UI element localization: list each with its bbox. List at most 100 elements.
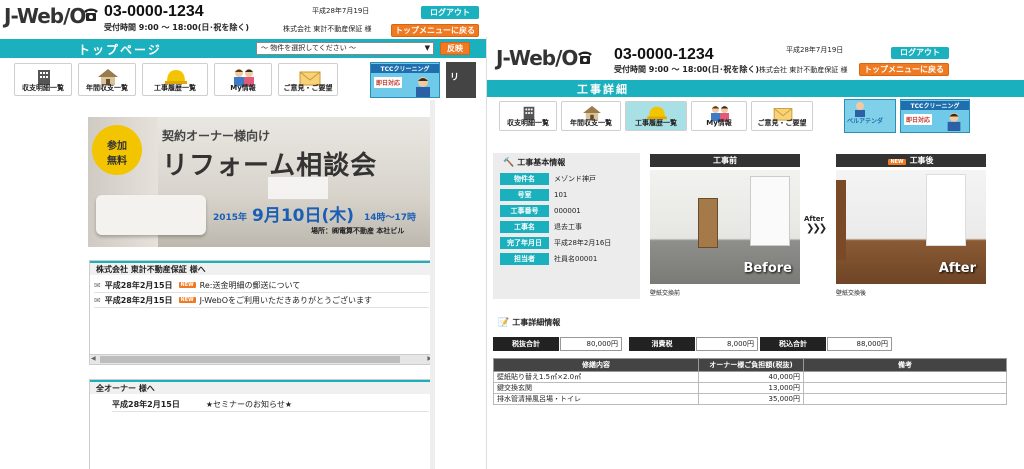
scroll-left-icon[interactable]: ◀ <box>91 355 96 362</box>
cleaning-banner[interactable]: TCCクリーニング 即日対応 <box>900 99 970 133</box>
nav-income-statement[interactable]: 収支明細一覧 <box>499 101 557 131</box>
field-value: 社員名00001 <box>554 255 598 263</box>
detail-heading: 📝 工事詳細情報 <box>498 317 560 328</box>
closet-shape <box>750 176 790 246</box>
notice-link[interactable]: J-WebOをご利用いただきありがとうございます <box>200 295 372 306</box>
basic-info-heading: 🔨 工事基本情報 <box>503 157 565 168</box>
logout-button[interactable]: ログアウト <box>891 47 949 59</box>
nav-construction-history[interactable]: 工事履歴一覧 <box>625 101 687 131</box>
nav-annual-income[interactable]: 年間収支一覧 <box>78 63 136 96</box>
banner-text: ベルアテンダ <box>847 118 884 125</box>
repair-note <box>803 382 1007 394</box>
current-date: 平成28年7月19日 <box>312 7 370 15</box>
column-header: オーナー様ご負担額(税抜) <box>698 358 804 372</box>
reform-consultation-banner[interactable]: 参加 無料 契約オーナー様向け リフォーム相談会 2015年 9月10日(木) … <box>88 117 435 247</box>
basic-info-title: 工事基本情報 <box>517 158 566 167</box>
logo[interactable]: J-Web/O <box>496 46 578 70</box>
top-menu-button[interactable]: トップメニューに戻る <box>391 24 479 37</box>
nav-construction-history[interactable]: 工事履歴一覧 <box>142 63 208 96</box>
notice-date: 平成28年2月15日 <box>104 295 173 305</box>
nav-label: ご意見・ご要望 <box>283 84 333 92</box>
new-badge: NEW <box>888 159 906 165</box>
envelope-icon: ✉ <box>94 295 101 305</box>
field-value: 退去工事 <box>554 223 582 231</box>
top-page-screen: J-Web/O 03-0000-1234 受付時間 9:00 ～ 18:00(日… <box>0 0 515 469</box>
logout-button[interactable]: ログアウト <box>421 6 479 19</box>
nav-feedback[interactable]: ご意見・ご要望 <box>278 63 338 96</box>
phone-number: 03-0000-1234 <box>614 46 714 63</box>
scrollbar-thumb[interactable] <box>100 356 400 363</box>
table-row: 壁紙貼り替え1.5㎡×2.0㎡ 40,000円 <box>493 371 1007 383</box>
reflect-button[interactable]: 反映 <box>440 42 470 55</box>
side-banner-partial[interactable]: リ <box>446 62 476 98</box>
page-title: トップページ <box>78 43 162 57</box>
basic-info-panel: 🔨 工事基本情報 物件名 メゾンド神戸 号室 101 工事番号 000001 工事… <box>493 153 640 299</box>
field-label: 工事番号 <box>500 205 549 217</box>
repair-amount: 35,000円 <box>698 393 804 405</box>
company-name: 株式会社 東計不動産保証 様 <box>283 25 372 33</box>
horizontal-scrollbar[interactable]: ◀ ▶ <box>90 354 433 364</box>
banner-time: 14時～17時 <box>364 213 417 223</box>
nav-my-info[interactable]: My情報 <box>691 101 747 131</box>
after-photo[interactable]: After <box>836 170 986 284</box>
field-label: 完了年月日 <box>500 237 549 249</box>
field-label: 物件名 <box>500 173 549 185</box>
repair-note <box>803 393 1007 405</box>
page-title-bar: 工事詳細 <box>487 80 1024 97</box>
company-notice-panel: 株式会社 東計不動産保証 様へ ✉ 平成28年2月15日 NEW Re:送金明細… <box>89 260 434 365</box>
column-header: 修繕内容 <box>493 358 699 372</box>
staff-illustration-icon <box>947 112 961 131</box>
staff-illustration-icon <box>855 102 865 117</box>
door-shape <box>698 198 718 248</box>
nav-label: ご意見・ご要望 <box>757 119 807 127</box>
new-badge: NEW <box>178 297 196 303</box>
tax-value: 8,000円 <box>696 337 758 351</box>
notice-link[interactable]: Re:送金明細の郵送について <box>200 280 301 291</box>
vertical-scrollbar[interactable] <box>430 100 435 469</box>
business-hours: 受付時間 9:00 ～ 18:00(日･祝を除く) <box>614 65 760 74</box>
total-label: 税込合計 <box>760 337 826 351</box>
panel-header: 全オーナー 様へ <box>90 380 433 394</box>
sofa-shape <box>96 195 206 235</box>
after-heading-text: 工事後 <box>909 156 934 165</box>
table-row: 排水管清掃風呂場・トイレ 35,000円 <box>493 393 1007 405</box>
phone-icon <box>82 6 100 22</box>
field-value: 平成28年2月16日 <box>554 239 612 247</box>
page-title-bar: トップページ ～ 物件を選択してください ～ ▼ 反映 <box>0 39 515 58</box>
nav-my-info[interactable]: My情報 <box>214 63 272 96</box>
page-title: 工事詳細 <box>577 83 629 96</box>
nav-annual-income[interactable]: 年間収支一覧 <box>561 101 621 131</box>
phone-icon <box>576 49 594 65</box>
door-frame-shape <box>836 180 846 260</box>
hammer-icon: 🔨 <box>503 158 515 168</box>
notice-item[interactable]: ✉ 平成28年2月15日 NEW J-WebOをご利用いただきありがとうございま… <box>94 293 429 308</box>
notice-item[interactable]: 平成28年2月15日 ★セミナーのお知らせ★ <box>112 397 429 412</box>
property-select[interactable]: ～ 物件を選択してください ～ ▼ <box>256 42 434 55</box>
main-nav: 収支明細一覧 年間収支一覧 工事履歴一覧 My情報 ご意見・ご要望 ベルアテンダ… <box>487 97 1024 135</box>
staff-illustration-icon <box>416 77 430 97</box>
nav-label: My情報 <box>230 84 256 92</box>
before-photo[interactable]: Before <box>650 170 800 284</box>
triple-chevron-icon: ❯❯❯ <box>806 223 827 234</box>
notice-link[interactable]: ★セミナーのお知らせ★ <box>206 399 292 410</box>
banner-subtext: 即日対応 <box>374 77 403 88</box>
nav-label: 収支明細一覧 <box>507 119 549 127</box>
table-header-row: 修繕内容 オーナー様ご負担額(税抜) 備考 <box>493 358 1007 372</box>
current-date: 平成28年7月19日 <box>786 46 844 54</box>
nav-feedback[interactable]: ご意見・ご要望 <box>751 101 813 131</box>
field-value: 000001 <box>554 207 581 215</box>
notice-item[interactable]: ✉ 平成28年2月15日 NEW Re:送金明細の郵送について <box>94 278 429 293</box>
logo[interactable]: J-Web/O <box>4 4 86 28</box>
document-icon: 📝 <box>498 318 510 328</box>
nav-income-statement[interactable]: 収支明細一覧 <box>14 63 72 96</box>
banner-date: 9月10日(木) <box>252 206 355 226</box>
concierge-banner[interactable]: ベルアテンダ <box>844 99 896 133</box>
repair-note <box>803 371 1007 383</box>
cleaning-banner[interactable]: TCCクリーニング 即日対応 <box>370 62 440 98</box>
property-select-value: ～ 物件を選択してください ～ <box>261 44 357 52</box>
arrow-label: After <box>804 215 825 223</box>
field-label: 工事名 <box>500 221 549 233</box>
company-name: 株式会社 東計不動産保証 様 <box>759 66 848 74</box>
top-menu-button[interactable]: トップメニューに戻る <box>859 63 949 76</box>
chevron-down-icon: ▼ <box>424 44 430 52</box>
